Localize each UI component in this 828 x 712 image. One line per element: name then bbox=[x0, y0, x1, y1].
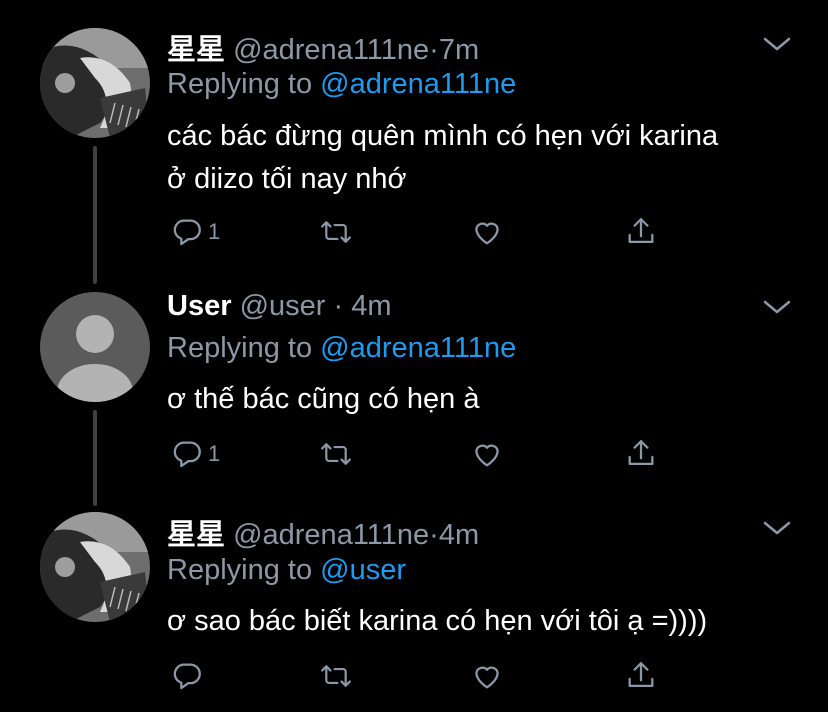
retweet-button[interactable] bbox=[318, 436, 354, 472]
avatar[interactable] bbox=[40, 292, 150, 402]
retweet-icon bbox=[321, 665, 351, 687]
user-handle[interactable]: @adrena111ne bbox=[233, 34, 429, 66]
chevron-down-icon[interactable] bbox=[762, 34, 792, 54]
retweet-icon bbox=[321, 443, 351, 465]
replying-prefix: Replying to bbox=[167, 332, 321, 364]
like-icon bbox=[475, 444, 499, 467]
separator: · bbox=[429, 519, 439, 551]
retweet-button[interactable] bbox=[318, 658, 354, 694]
tweet-header: User @user · 4m bbox=[167, 290, 392, 323]
display-name[interactable]: 星星 bbox=[167, 34, 225, 66]
separator: · bbox=[429, 34, 439, 66]
tweet-text-line: ở diizo tối nay nhớ bbox=[167, 163, 407, 195]
avatar[interactable] bbox=[40, 512, 150, 622]
like-button[interactable] bbox=[470, 436, 504, 472]
tweet-actions: 1 bbox=[170, 436, 690, 472]
reply-count: 1 bbox=[208, 441, 221, 466]
replying-to: Replying to @user bbox=[167, 554, 406, 587]
replying-prefix: Replying to bbox=[167, 554, 321, 586]
tweet-text-line: ơ thế bác cũng có hẹn à bbox=[167, 383, 480, 415]
display-name[interactable]: 星星 bbox=[167, 519, 225, 551]
reply-icon bbox=[173, 219, 201, 246]
chevron-down-icon[interactable] bbox=[762, 518, 792, 538]
reply-button[interactable]: 1 bbox=[170, 214, 220, 250]
tweet-header: 星星 @adrena111ne·4m bbox=[167, 511, 479, 553]
retweet-icon bbox=[321, 221, 351, 243]
user-handle[interactable]: @user bbox=[240, 290, 326, 322]
like-button[interactable] bbox=[470, 658, 504, 694]
avatar[interactable] bbox=[40, 28, 150, 138]
tweet-text: ơ thế bác cũng có hẹn à bbox=[167, 378, 807, 421]
replying-prefix: Replying to bbox=[167, 68, 321, 100]
like-icon bbox=[475, 222, 499, 245]
tweet-actions: 1 bbox=[170, 214, 690, 250]
share-icon bbox=[628, 662, 654, 688]
thread-line bbox=[93, 146, 97, 284]
chevron-down-icon[interactable] bbox=[762, 297, 792, 317]
share-icon bbox=[628, 440, 654, 466]
tweet-actions bbox=[170, 658, 690, 694]
timestamp[interactable]: 7m bbox=[439, 34, 479, 66]
share-button[interactable] bbox=[624, 658, 658, 694]
like-icon bbox=[475, 666, 499, 689]
tweet-text: ơ sao bác biết karina có hẹn với tôi ạ =… bbox=[167, 600, 807, 643]
retweet-button[interactable] bbox=[318, 214, 354, 250]
reply-icon bbox=[173, 663, 201, 690]
thread-line bbox=[93, 410, 97, 506]
display-name[interactable]: User bbox=[167, 290, 232, 322]
timestamp[interactable]: 4m bbox=[351, 290, 391, 322]
timestamp[interactable]: 4m bbox=[439, 519, 479, 551]
reply-icon bbox=[173, 441, 201, 468]
tweet-text: các bác đừng quên mình có hẹn với karina… bbox=[167, 115, 807, 201]
tweet-text-line: các bác đừng quên mình có hẹn với karina bbox=[167, 120, 719, 152]
mention-link[interactable]: @user bbox=[320, 554, 406, 586]
mention-link[interactable]: @adrena111ne bbox=[320, 332, 516, 364]
reply-count: 1 bbox=[208, 219, 221, 244]
share-icon bbox=[628, 218, 654, 244]
default-avatar-image bbox=[40, 292, 150, 402]
reply-button[interactable] bbox=[170, 658, 208, 694]
separator: · bbox=[333, 290, 344, 322]
user-handle[interactable]: @adrena111ne bbox=[233, 519, 429, 551]
photo-avatar-image bbox=[40, 512, 150, 622]
share-button[interactable] bbox=[624, 214, 658, 250]
like-button[interactable] bbox=[470, 214, 504, 250]
share-button[interactable] bbox=[624, 436, 658, 472]
tweet-header: 星星 @adrena111ne·7m bbox=[167, 26, 479, 68]
replying-to: Replying to @adrena111ne bbox=[167, 68, 516, 101]
tweet-text-line: ơ sao bác biết karina có hẹn với tôi ạ =… bbox=[167, 605, 708, 637]
photo-avatar-image bbox=[40, 28, 150, 138]
reply-button[interactable]: 1 bbox=[170, 436, 220, 472]
mention-link[interactable]: @adrena111ne bbox=[320, 68, 516, 100]
replying-to: Replying to @adrena111ne bbox=[167, 332, 516, 365]
